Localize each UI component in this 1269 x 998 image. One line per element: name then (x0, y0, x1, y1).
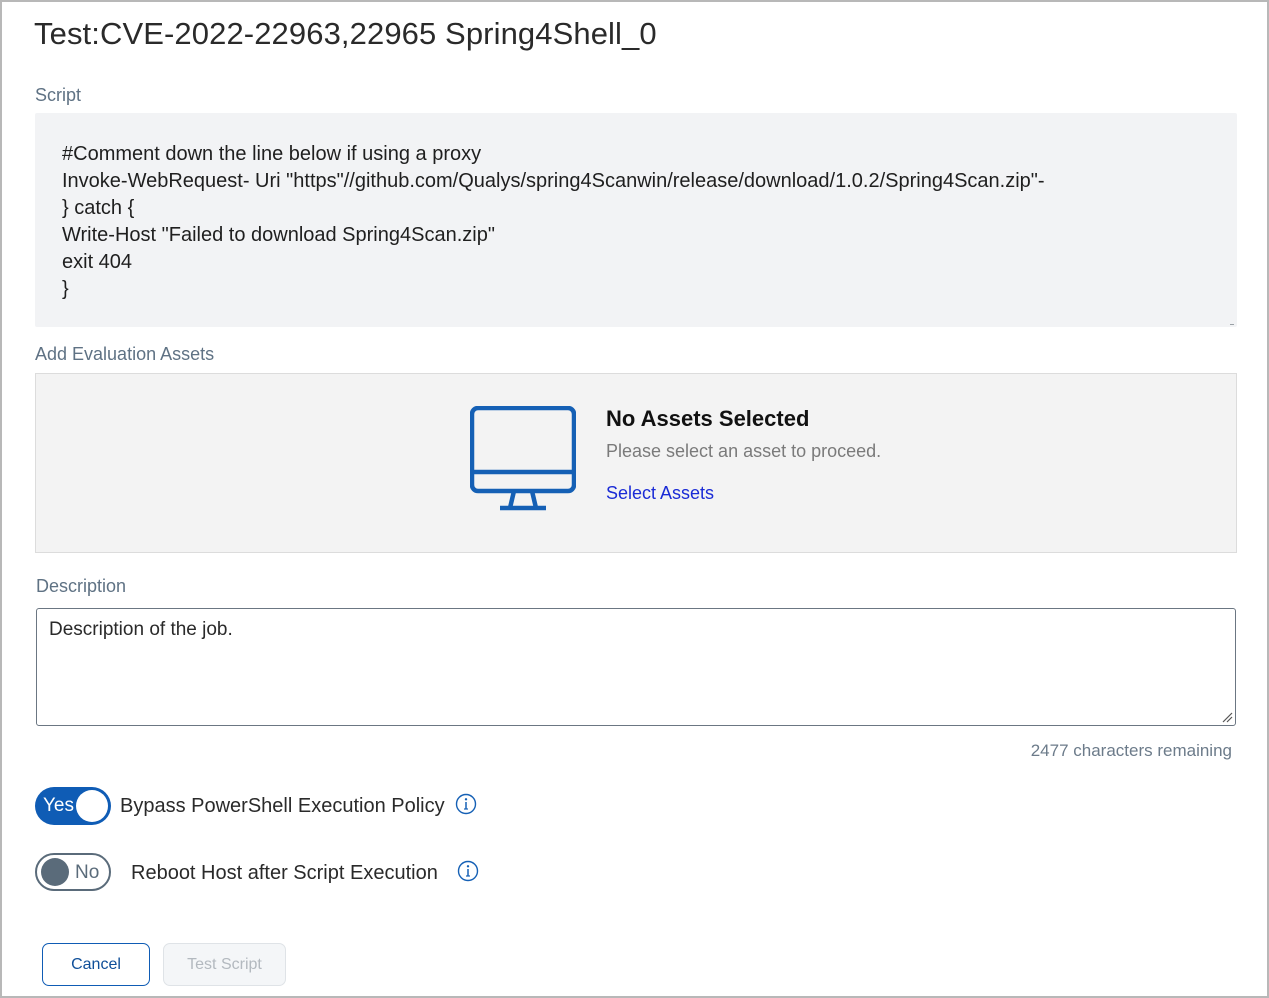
description-value: Description of the job. (49, 619, 233, 640)
bypass-policy-label: Bypass PowerShell Execution Policy (120, 795, 445, 817)
reboot-host-label: Reboot Host after Script Execution (131, 862, 438, 884)
assets-label: Add Evaluation Assets (35, 344, 215, 364)
cancel-button[interactable]: Cancel (42, 943, 150, 986)
monitor-icon (470, 406, 576, 511)
reboot-host-toggle[interactable]: No (35, 853, 111, 891)
test-script-button[interactable]: Test Script (163, 943, 286, 986)
script-line: } catch { (62, 197, 135, 219)
info-icon[interactable] (457, 860, 479, 882)
script-label: Script (35, 85, 82, 105)
bypass-policy-toggle[interactable]: Yes (35, 787, 111, 825)
page-title: Test:CVE-2022-22963,22965 Spring4Shell_0 (34, 16, 657, 51)
resize-handle-icon[interactable] (1221, 711, 1233, 723)
script-line: exit 404 (62, 251, 133, 273)
script-resize-handle[interactable] (1230, 323, 1234, 325)
script-line: Write-Host "Failed to download Spring4Sc… (62, 224, 495, 246)
toggle-knob (41, 858, 69, 886)
select-assets-link[interactable]: Select Assets (606, 483, 714, 504)
toggle-knob (76, 790, 108, 822)
assets-empty-state: No Assets Selected Please select an asse… (35, 373, 1237, 553)
no-assets-message: Please select an asset to proceed. (606, 441, 882, 461)
script-line: Invoke-WebRequest- Uri "https"//github.c… (62, 170, 1045, 192)
characters-remaining: 2477 characters remaining (1030, 741, 1232, 760)
toggle-state-label: No (75, 862, 100, 883)
description-label: Description (36, 576, 127, 596)
no-assets-title: No Assets Selected (606, 406, 810, 431)
info-icon[interactable] (455, 793, 477, 815)
script-editor[interactable]: #Comment down the line below if using a … (35, 113, 1237, 327)
dialog-frame: Test:CVE-2022-22963,22965 Spring4Shell_0… (0, 0, 1269, 998)
script-line: } (62, 278, 69, 300)
description-textarea[interactable]: Description of the job. (36, 608, 1236, 726)
script-line: #Comment down the line below if using a … (62, 143, 482, 165)
toggle-state-label: Yes (43, 795, 74, 816)
